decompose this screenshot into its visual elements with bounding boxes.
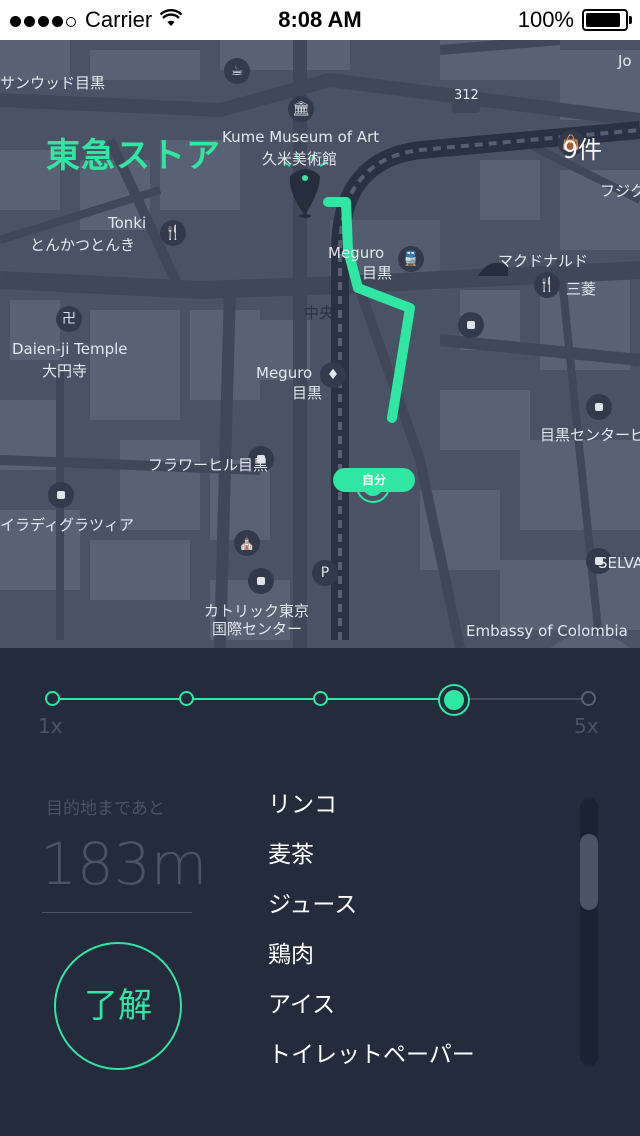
map-label: 久米美術館 — [262, 150, 338, 168]
divider — [42, 912, 192, 913]
restaurant-icon[interactable]: 🍴 — [160, 220, 186, 246]
list-item[interactable]: 麦茶 — [268, 838, 568, 888]
church-icon[interactable]: ⛪ — [234, 530, 260, 556]
ok-button[interactable]: 了解 — [54, 942, 182, 1070]
map-label: 国際センター — [212, 620, 303, 638]
status-bar: Carrier 8:08 AM 100% — [0, 0, 640, 40]
place-marker-icon[interactable] — [248, 568, 274, 594]
map-label: サンウッド目黒 — [0, 74, 106, 92]
battery-icon — [582, 9, 632, 31]
scrollbar-thumb[interactable] — [580, 834, 598, 910]
map-label: Daien-ji Temple — [12, 340, 128, 358]
map-label: Kume Museum of Art — [222, 128, 380, 146]
map-label: 目黒 — [362, 264, 393, 282]
store-title: 東急ストア — [46, 136, 221, 176]
cafe-icon[interactable]: ☕ — [224, 58, 250, 84]
list-item[interactable]: リンコ — [268, 788, 568, 838]
restaurant-icon[interactable]: 🍴 — [534, 272, 560, 298]
map-label: 目黒センタービ — [540, 426, 640, 444]
map-label: Tonki — [108, 214, 147, 232]
slider-stop[interactable] — [179, 691, 194, 706]
bottom-panel: 1x 5x 目的地まであと 183m 了解 リンコ 麦茶 ジュース 鶏肉 アイス… — [0, 648, 640, 1136]
map-label: 三菱 — [566, 280, 597, 298]
bank-icon[interactable]: ♦ — [320, 362, 346, 388]
map-label: イラディグラツィア — [0, 516, 134, 534]
map-label: 中央 — [304, 304, 335, 322]
train-station-icon[interactable]: 🚆 — [398, 246, 424, 272]
map-label: Meguro — [328, 244, 385, 262]
scrollbar[interactable] — [580, 798, 598, 1066]
route-number-label: 312 — [454, 88, 479, 103]
map-label: マクドナルド — [498, 252, 589, 270]
slider-stop[interactable] — [313, 691, 328, 706]
map-label: SELVA — [598, 554, 640, 572]
place-marker-icon[interactable] — [48, 482, 74, 508]
current-location-badge: 自分 — [333, 468, 415, 492]
map-label: 目黒 — [292, 384, 323, 402]
map-label: フラワーヒル目黒 — [148, 456, 269, 474]
list-item[interactable]: トイレットペーパー — [268, 1038, 568, 1088]
battery-percentage: 100% — [517, 7, 574, 32]
map-label: 大円寺 — [42, 362, 88, 380]
slider-min-label: 1x — [38, 714, 63, 738]
list-item[interactable]: ジュース — [268, 888, 568, 938]
place-marker-icon[interactable] — [586, 394, 612, 420]
slider-stop[interactable] — [45, 691, 60, 706]
map-label: Jo — [618, 52, 632, 70]
map-label: フジク — [600, 182, 640, 200]
distance-value: 183m — [40, 830, 208, 898]
temple-icon[interactable]: 卍 — [56, 306, 82, 332]
slider-stop[interactable] — [581, 691, 596, 706]
slider-stop-selected[interactable] — [440, 686, 468, 714]
map-label: とんかつとんき — [30, 236, 136, 254]
list-item[interactable]: アイス — [268, 988, 568, 1038]
map-view[interactable]: ☕ 🏛 👜 🍴 🚆 🍴 卍 ♦ ⛪ P サンウッド目黒 Kume Museum … — [0, 40, 640, 648]
map-label: Meguro — [256, 364, 313, 382]
item-count: 9件 — [562, 136, 602, 164]
distance-label: 目的地まであと — [46, 799, 165, 819]
museum-icon[interactable]: 🏛 — [288, 96, 314, 122]
shopping-list[interactable]: リンコ 麦茶 ジュース 鶏肉 アイス トイレットペーパー — [268, 788, 568, 1088]
map-label: Embassy of Colombia — [466, 622, 628, 640]
list-item[interactable]: 鶏肉 — [268, 938, 568, 988]
parking-icon[interactable]: P — [312, 560, 338, 586]
slider-max-label: 5x — [574, 714, 599, 738]
place-marker-icon[interactable] — [458, 312, 484, 338]
